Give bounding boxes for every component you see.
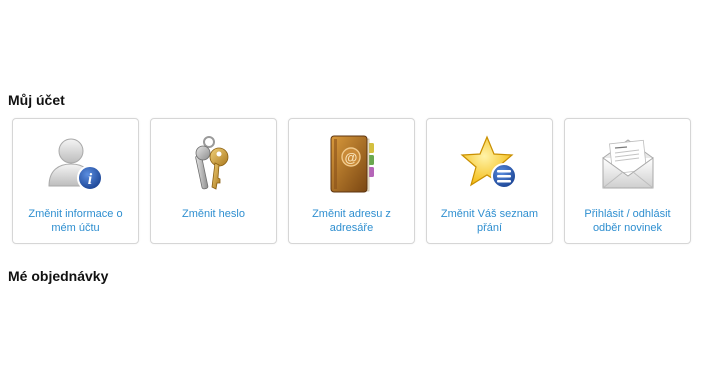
newsletter-subscription-tile[interactable]: Přihlásit / odhlásit odběr novinek — [564, 118, 691, 244]
edit-address-book-tile[interactable]: @ Změnit adresu z adresáře — [288, 118, 415, 244]
svg-text:i: i — [87, 171, 92, 188]
edit-account-info-tile[interactable]: i Změnit informace o mém účtu — [12, 118, 139, 244]
edit-account-info-label: Změnit informace o mém účtu — [28, 208, 123, 234]
edit-wishlist-tile[interactable]: Změnit Váš seznam přání — [426, 118, 553, 244]
svg-text:@: @ — [344, 150, 357, 165]
address-book-icon: @ — [317, 133, 387, 195]
keys-icon — [179, 133, 249, 195]
newsletter-subscription-label: Přihlásit / odhlásit odběr novinek — [584, 208, 671, 234]
edit-address-book-label: Změnit adresu z adresáře — [312, 208, 391, 234]
star-list-icon — [455, 133, 525, 195]
user-info-icon: i — [41, 133, 111, 195]
account-page: Můj účet i Změnit informace o mém účtu Z… — [0, 0, 710, 380]
my-account-heading: Můj účet — [8, 92, 65, 108]
change-password-tile[interactable]: Změnit heslo — [150, 118, 277, 244]
newsletter-envelope-icon — [593, 133, 663, 195]
account-tiles: i Změnit informace o mém účtu Změnit hes… — [12, 118, 691, 244]
my-orders-heading: Mé objednávky — [8, 268, 109, 284]
edit-wishlist-label: Změnit Váš seznam přání — [440, 208, 539, 234]
change-password-label: Změnit heslo — [182, 208, 245, 220]
